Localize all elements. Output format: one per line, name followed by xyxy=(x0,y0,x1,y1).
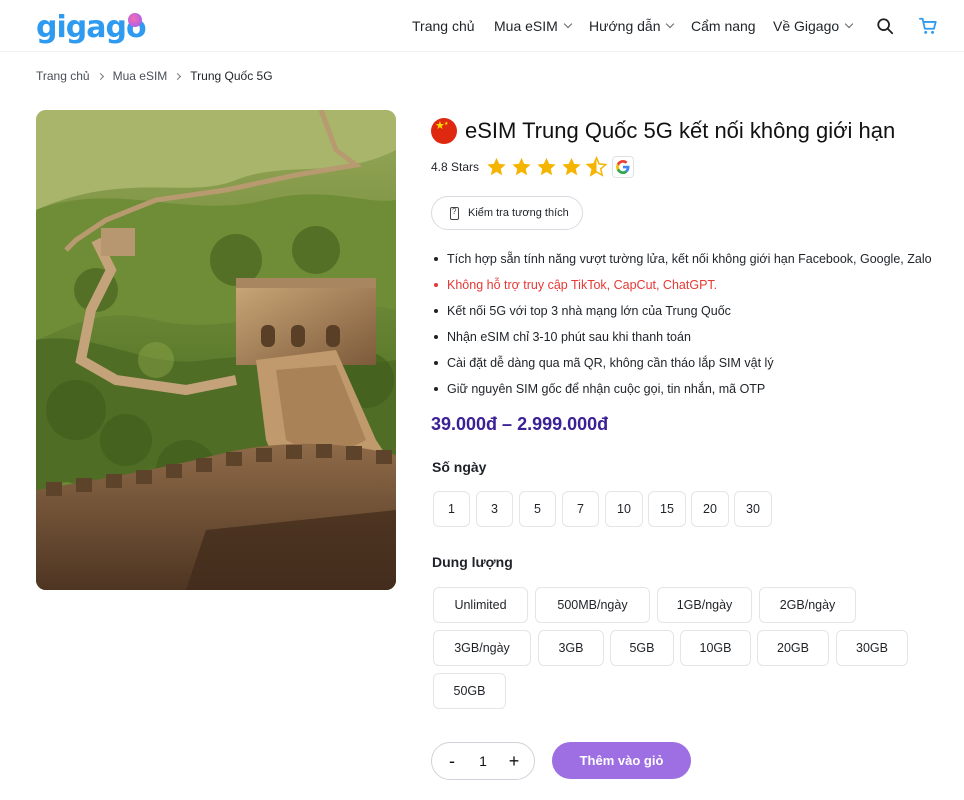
breadcrumb-buy-esim[interactable]: Mua eSIM xyxy=(113,69,168,83)
data-option[interactable]: 30GB xyxy=(836,630,908,666)
chevron-down-icon xyxy=(563,19,573,29)
site-header: gigago Trang chủ Mua eSIM Hướng dẫn Cẩm … xyxy=(0,0,964,52)
rating-text: 4.8 Stars xyxy=(431,160,480,174)
day-option[interactable]: 1 xyxy=(433,491,470,527)
feature-item-warning: Không hỗ trợ truy cập TikTok, CapCut, Ch… xyxy=(431,272,951,298)
day-option[interactable]: 30 xyxy=(734,491,772,527)
data-option[interactable]: 50GB xyxy=(433,673,506,709)
logo-dot-icon xyxy=(128,13,142,27)
china-flag-icon: ★ ★ xyxy=(431,118,457,144)
google-icon xyxy=(612,156,635,178)
day-option[interactable]: 10 xyxy=(605,491,643,527)
feature-item: Giữ nguyên SIM gốc để nhận cuộc gọi, tin… xyxy=(431,376,951,402)
feature-item: Kết nối 5G với top 3 nhà mạng lớn của Tr… xyxy=(431,298,951,324)
star-half-icon xyxy=(585,156,608,177)
nav-item-guide[interactable]: Hướng dẫn xyxy=(589,18,675,34)
data-option[interactable]: 3GB xyxy=(538,630,604,666)
phone-question-icon xyxy=(450,206,459,220)
price-range: 39.000đ – 2.999.000đ xyxy=(431,414,609,434)
check-compatibility-button[interactable]: Kiểm tra tương thích xyxy=(431,196,583,230)
nav-item-about[interactable]: Về Gigago xyxy=(773,18,854,34)
feature-item: Nhận eSIM chỉ 3-10 phút sau khi thanh to… xyxy=(431,324,951,350)
day-option[interactable]: 3 xyxy=(476,491,513,527)
add-to-cart-button[interactable]: Thêm vào giỏ xyxy=(552,742,691,779)
breadcrumb: Trang chủ Mua eSIM Trung Quốc 5G xyxy=(36,69,273,83)
quantity-increase-button[interactable]: + xyxy=(506,751,522,772)
quantity-value[interactable]: 1 xyxy=(479,753,487,769)
feature-item: Tích hợp sẵn tính năng vượt tường lửa, k… xyxy=(431,246,951,272)
star-full-icon xyxy=(537,157,556,176)
nav-item-label: Hướng dẫn xyxy=(589,18,661,34)
gigago-logo[interactable]: gigago xyxy=(36,10,147,45)
search-icon[interactable] xyxy=(876,17,894,35)
quantity-decrease-button[interactable]: - xyxy=(444,751,460,772)
cart-icon[interactable] xyxy=(918,16,938,36)
chevron-down-icon xyxy=(666,19,675,29)
data-option[interactable]: 5GB xyxy=(610,630,674,666)
nav-item-buy-esim[interactable]: Mua eSIM xyxy=(494,18,573,34)
nav-item-label: Cẩm nang xyxy=(691,18,756,34)
check-compatibility-label: Kiểm tra tương thích xyxy=(468,207,569,219)
day-option[interactable]: 7 xyxy=(562,491,599,527)
data-option[interactable]: 20GB xyxy=(757,630,829,666)
star-full-icon xyxy=(512,157,531,176)
chevron-down-icon xyxy=(844,19,854,29)
chevron-right-icon xyxy=(174,72,182,80)
day-option[interactable]: 5 xyxy=(519,491,556,527)
days-label: Số ngày xyxy=(432,459,487,475)
feature-item: Cài đặt dễ dàng qua mã QR, không cần thá… xyxy=(431,350,951,376)
product-title-row: ★ ★ eSIM Trung Quốc 5G kết nối không giới… xyxy=(431,118,895,144)
data-option[interactable]: 10GB xyxy=(680,630,751,666)
star-full-icon xyxy=(562,157,581,176)
product-title: eSIM Trung Quốc 5G kết nối không giới hạ… xyxy=(465,118,896,143)
day-option[interactable]: 20 xyxy=(691,491,729,527)
day-option[interactable]: 15 xyxy=(648,491,686,527)
feature-list: Tích hợp sẵn tính năng vượt tường lửa, k… xyxy=(431,246,951,402)
nav-item-label: Về Gigago xyxy=(773,18,840,34)
breadcrumb-home[interactable]: Trang chủ xyxy=(36,69,90,83)
quantity-stepper: - 1 + xyxy=(431,742,535,780)
data-option[interactable]: Unlimited xyxy=(433,587,528,623)
nav-item-label: Mua eSIM xyxy=(494,18,558,34)
star-full-icon xyxy=(487,157,506,176)
chevron-right-icon xyxy=(96,72,104,80)
data-plan-label: Dung lượng xyxy=(432,554,513,570)
breadcrumb-current: Trung Quốc 5G xyxy=(190,69,273,83)
data-option[interactable]: 1GB/ngày xyxy=(657,587,752,623)
nav-item-label: Trang chủ xyxy=(412,18,475,34)
product-image-great-wall xyxy=(36,110,396,590)
nav-item-handbook[interactable]: Cẩm nang xyxy=(691,18,756,34)
rating: 4.8 Stars xyxy=(431,156,635,178)
data-option[interactable]: 500MB/ngày xyxy=(535,587,650,623)
nav-item-home[interactable]: Trang chủ xyxy=(412,18,475,34)
data-option[interactable]: 3GB/ngày xyxy=(433,630,531,666)
data-option[interactable]: 2GB/ngày xyxy=(759,587,856,623)
